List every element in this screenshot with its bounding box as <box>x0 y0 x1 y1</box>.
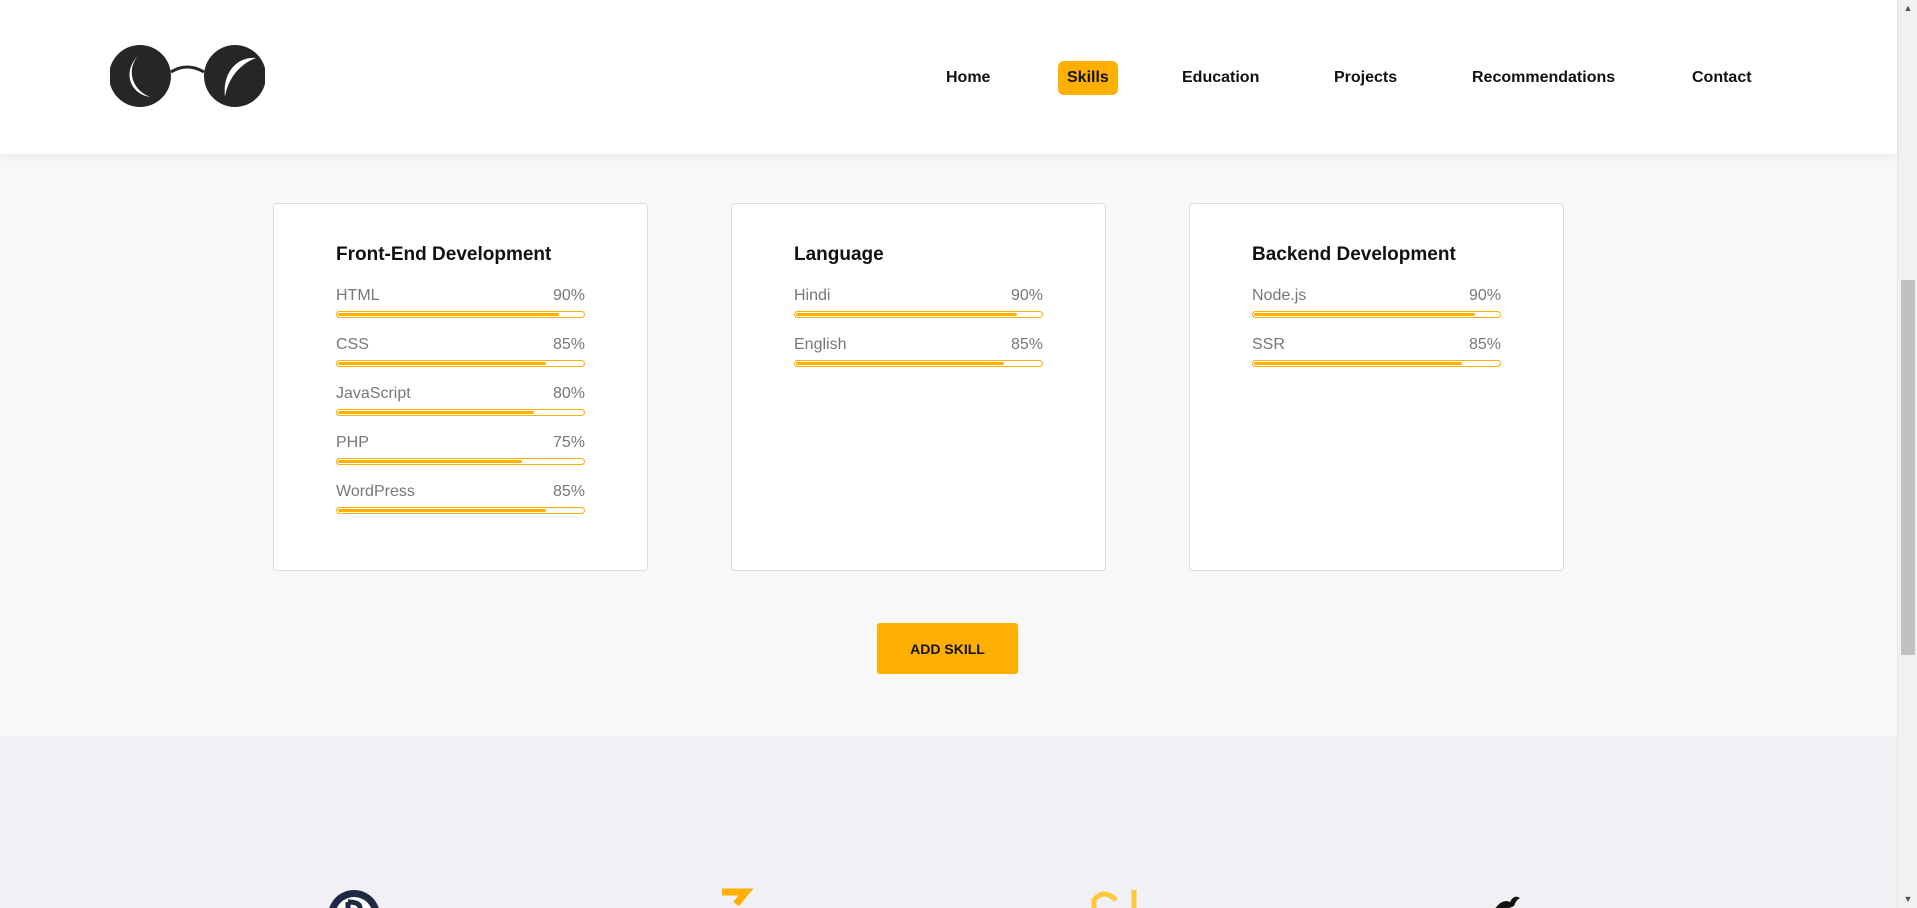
skill-progress-fill <box>338 313 559 316</box>
skill-percent: 75% <box>552 434 585 451</box>
skill-progress-bar <box>1252 360 1501 367</box>
skill-percent: 90% <box>552 287 585 304</box>
skill-progress-bar <box>794 360 1043 367</box>
main-nav: Home Skills Education Projects Recommend… <box>0 61 1897 95</box>
skill-name: PHP <box>336 434 369 451</box>
skill-item: JavaScript 80% <box>336 385 585 419</box>
skills-section: Front-End Development HTML 90% CSS 85% J… <box>0 154 1897 736</box>
scroll-down-arrow-icon[interactable]: ▼ <box>1898 891 1917 908</box>
skill-name: SSR <box>1252 336 1285 353</box>
skill-progress-fill <box>338 509 546 512</box>
skill-percent: 90% <box>1468 287 1501 304</box>
skill-progress-bar <box>1252 311 1501 318</box>
scroll-up-arrow-icon[interactable]: ▲ <box>1898 0 1917 17</box>
skill-progress-fill <box>1254 362 1462 365</box>
client-logo-circle-icon <box>329 890 379 908</box>
skill-percent: 85% <box>1010 336 1043 353</box>
skill-item: PHP 75% <box>336 434 585 468</box>
nav-item-skills[interactable]: Skills <box>1058 61 1118 95</box>
skill-item: HTML 90% <box>336 287 585 321</box>
skill-progress-bar <box>336 360 585 367</box>
nav-item-education[interactable]: Education <box>1173 61 1268 95</box>
skill-progress-fill <box>1254 313 1475 316</box>
page: Home Skills Education Projects Recommend… <box>0 0 1917 908</box>
skill-item: SSR 85% <box>1252 336 1501 370</box>
skill-percent: 85% <box>1468 336 1501 353</box>
skill-progress-fill <box>796 313 1017 316</box>
skill-item: CSS 85% <box>336 336 585 370</box>
skill-progress-fill <box>338 362 546 365</box>
skill-progress-bar <box>336 311 585 318</box>
nav-item-projects[interactable]: Projects <box>1325 61 1406 95</box>
nav-item-home[interactable]: Home <box>937 61 999 95</box>
skill-progress-fill <box>796 362 1004 365</box>
skill-card-backend: Backend Development Node.js 90% SSR 85% <box>1189 203 1564 571</box>
client-logo-letters-icon <box>1091 890 1137 908</box>
skill-progress-bar <box>794 311 1043 318</box>
skill-progress-bar <box>336 458 585 465</box>
skill-item: Node.js 90% <box>1252 287 1501 321</box>
skill-item: WordPress 85% <box>336 483 585 517</box>
skill-card-frontend: Front-End Development HTML 90% CSS 85% J… <box>273 203 648 571</box>
clients-section <box>0 736 1897 908</box>
skill-progress-bar <box>336 409 585 416</box>
card-title: Language <box>794 244 884 265</box>
skill-name: WordPress <box>336 483 415 500</box>
nav-item-contact[interactable]: Contact <box>1683 61 1761 95</box>
skill-item: Hindi 90% <box>794 287 1043 321</box>
content-area: Home Skills Education Projects Recommend… <box>0 0 1897 908</box>
skill-percent: 80% <box>552 385 585 402</box>
skill-progress-fill <box>338 411 534 414</box>
skill-name: HTML <box>336 287 380 304</box>
skill-card-language: Language Hindi 90% English 85% <box>731 203 1106 571</box>
add-skill-button[interactable]: ADD SKILL <box>877 623 1018 674</box>
scrollbar-thumb[interactable] <box>1901 280 1915 655</box>
card-title: Backend Development <box>1252 244 1456 265</box>
skill-name: CSS <box>336 336 369 353</box>
site-header: Home Skills Education Projects Recommend… <box>0 0 1897 154</box>
skill-percent: 90% <box>1010 287 1043 304</box>
nav-item-recommendations[interactable]: Recommendations <box>1463 61 1624 95</box>
skill-progress-bar <box>336 507 585 514</box>
skill-name: JavaScript <box>336 385 411 402</box>
skill-name: Node.js <box>1252 287 1307 304</box>
card-title: Front-End Development <box>336 244 552 265</box>
skill-percent: 85% <box>552 336 585 353</box>
skill-progress-fill <box>338 460 522 463</box>
skill-percent: 85% <box>552 483 585 500</box>
skill-name: Hindi <box>794 287 831 304</box>
page-scrollbar[interactable]: ▲ ▼ <box>1897 0 1917 908</box>
client-logo-bird-icon <box>1495 896 1520 908</box>
skill-name: English <box>794 336 847 353</box>
skill-item: English 85% <box>794 336 1043 370</box>
client-logo-three-icon <box>722 888 754 907</box>
